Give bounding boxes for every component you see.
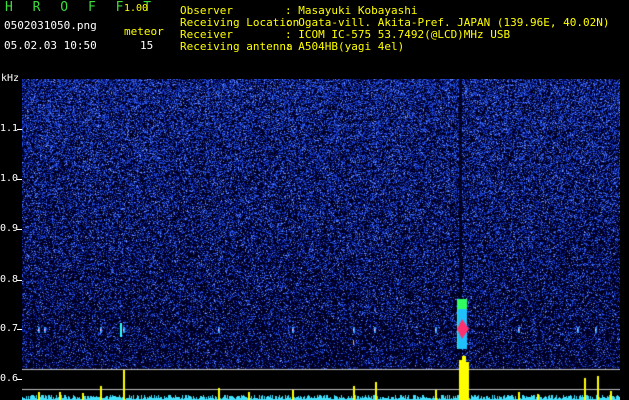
meteor-count: 15: [140, 39, 154, 52]
meteor-label: meteor: [124, 25, 164, 38]
file-name: 0502031050.png: [4, 19, 97, 32]
spectrogram-plot: [22, 79, 620, 400]
app-version: 1.00: [124, 3, 149, 14]
y-axis-label: kHz: [1, 73, 20, 84]
spectrogram-canvas: [22, 79, 620, 400]
antenna-value: : A504HB(yagi 4el): [285, 40, 405, 53]
antenna-label: Receiving antenna: [180, 40, 293, 53]
y-axis: 1.1 1.0 0.9 0.8 0.7 0.6: [0, 79, 22, 400]
header-panel: H R O F F T 1.00 0502031050.png meteor 0…: [0, 0, 629, 78]
datetime: 05.02.03 10:50: [4, 39, 97, 52]
